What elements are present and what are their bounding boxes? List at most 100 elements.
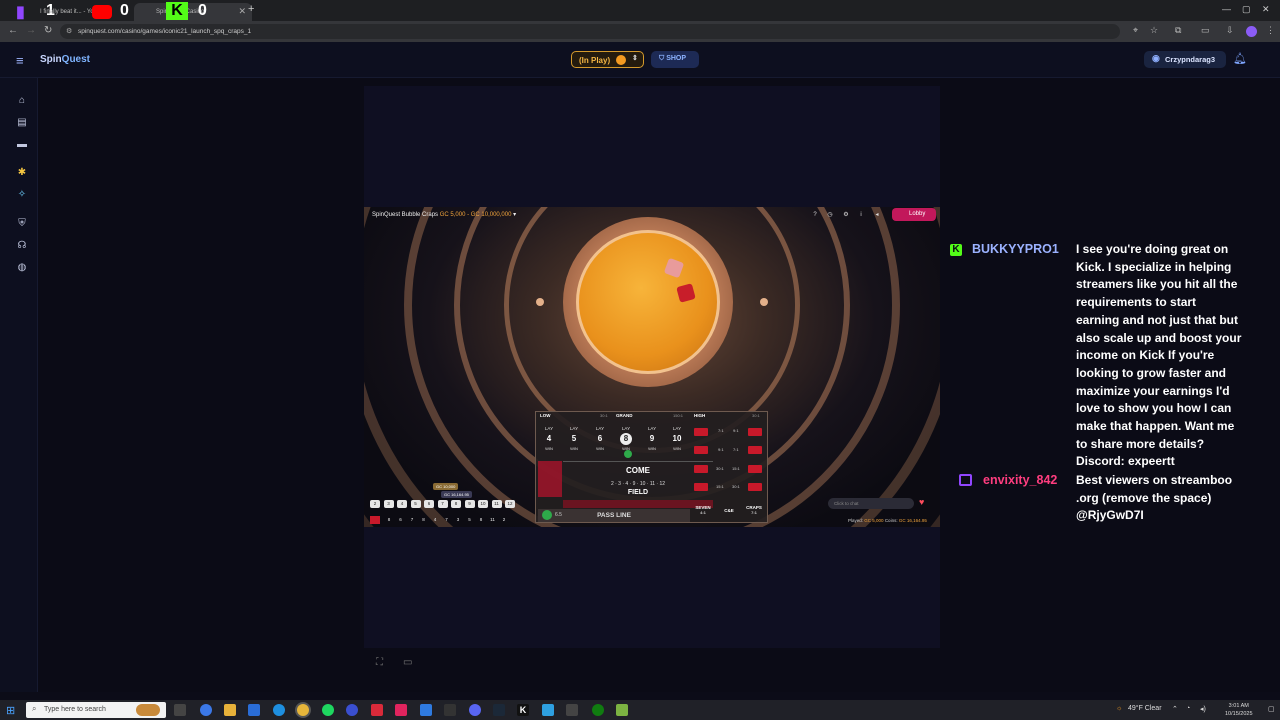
brand-logo[interactable]: SpinQuest — [40, 54, 90, 65]
network-icon[interactable]: ◔ — [1186, 705, 1190, 712]
hamburger-menu-icon[interactable]: ≡ — [16, 53, 24, 68]
store-icon[interactable] — [248, 704, 260, 716]
ce-bet[interactable]: C&E — [717, 504, 741, 524]
roll-stat-chip: 11 — [491, 500, 502, 508]
hardway-cell[interactable] — [748, 428, 762, 436]
lobby-button[interactable]: Lobby — [892, 208, 936, 221]
volume-icon[interactable]: ◂) — [1200, 705, 1206, 713]
point-5-cell[interactable]: LAY 5 WIN — [562, 423, 586, 457]
settings-icon[interactable]: ⚙ — [841, 210, 851, 220]
notifications-icon[interactable]: ▢ — [1268, 705, 1275, 713]
clipboard-icon[interactable]: ▤ — [16, 117, 28, 129]
shop-button[interactable]: ⛉ SHOP — [651, 51, 699, 68]
shield-icon[interactable]: ⛨ — [16, 218, 28, 230]
file-explorer-icon[interactable] — [224, 704, 236, 716]
prop-cell[interactable] — [748, 465, 762, 473]
point-10-cell[interactable]: LAY 10 WIN — [665, 423, 689, 457]
hardway-cell[interactable] — [694, 428, 708, 436]
in-play-balance-button[interactable]: (In Play) ⇕ — [571, 51, 644, 68]
app-icon[interactable] — [616, 704, 628, 716]
info-icon[interactable]: i — [856, 210, 866, 220]
bell-icon[interactable]: 🔔︎ — [1233, 52, 1247, 65]
ticket-icon[interactable]: ▬ — [16, 139, 28, 151]
history-icon[interactable]: ◷ — [825, 210, 835, 220]
close-icon[interactable]: ✕ — [238, 6, 246, 17]
chrome-icon[interactable] — [297, 704, 309, 716]
hardway-cell[interactable] — [748, 446, 762, 454]
download-icon[interactable]: ⇩ — [1226, 25, 1234, 36]
seven-bet[interactable]: SEVEN 4:1 — [691, 501, 715, 521]
sound-icon[interactable]: ◂ — [872, 210, 882, 220]
task-view-icon[interactable] — [174, 704, 186, 716]
roll-history-chip: 2 — [502, 517, 506, 522]
minimize-button[interactable]: — — [1222, 4, 1231, 14]
chevron-down-icon[interactable]: ▾ — [513, 212, 516, 218]
menu-kebab-icon[interactable]: ⋮ — [1266, 25, 1275, 36]
windows-start-icon[interactable]: ⊞ — [6, 704, 15, 717]
point-6-cell[interactable]: LAY 6 WIN — [588, 423, 612, 457]
location-icon[interactable]: ⌖ — [1133, 25, 1138, 36]
point-9-cell[interactable]: LAY 9 WIN — [640, 423, 664, 457]
extensions-icon[interactable]: ⧉ — [1175, 25, 1181, 36]
gift-icon[interactable]: ✱ — [16, 167, 28, 179]
edge-icon[interactable] — [273, 704, 285, 716]
kick-app-icon[interactable]: K — [517, 704, 529, 716]
obs-like-icon[interactable] — [346, 704, 358, 716]
new-tab-button[interactable]: + — [248, 3, 254, 15]
spotify-icon[interactable] — [322, 704, 334, 716]
globe-icon[interactable]: ◍ — [16, 262, 28, 274]
brand-part-quest: Quest — [61, 54, 91, 65]
craps-table[interactable]: LOW 30:1 GRAND 150:1 HIGH 30:1 LAY 4 WIN L… — [535, 411, 768, 523]
prop-odds: 30:1 — [732, 484, 740, 489]
hardway-cell[interactable] — [694, 446, 708, 454]
bookmark-star-icon[interactable]: ☆ — [1150, 25, 1158, 36]
craps-bet[interactable]: CRAPS 7:1 — [742, 501, 766, 521]
low-bet-label[interactable]: LOW — [540, 413, 551, 418]
app-icon[interactable] — [420, 704, 432, 716]
app-icon[interactable] — [371, 704, 383, 716]
fullscreen-icon[interactable]: ⛶ — [376, 657, 383, 668]
roll-stat-chip: 5 — [410, 500, 421, 508]
help-icon[interactable]: ? — [810, 210, 820, 220]
xbox-icon[interactable] — [592, 704, 604, 716]
dont-pass-zone[interactable] — [538, 461, 562, 497]
prop-cell[interactable] — [748, 483, 762, 491]
user-profile-button[interactable]: ◉ Crzypndarag3 — [1144, 51, 1226, 68]
copilot-icon[interactable] — [200, 704, 212, 716]
heart-icon[interactable]: ♥ — [919, 497, 924, 507]
reload-icon[interactable]: ↻ — [44, 25, 52, 36]
point-number: 4 — [546, 434, 552, 443]
come-bet-area[interactable]: COME — [563, 461, 713, 478]
point-4-cell[interactable]: LAY 4 WIN — [537, 423, 561, 457]
window-close-button[interactable]: ✕ — [1262, 4, 1270, 15]
grand-bet-label[interactable]: GRAND — [616, 413, 633, 418]
forward-icon[interactable]: → — [26, 25, 36, 36]
site-info-icon[interactable]: ⚙ — [66, 27, 72, 35]
weather-widget-icon[interactable] — [136, 704, 160, 716]
headset-icon[interactable]: ☊ — [16, 240, 28, 252]
profile-avatar[interactable] — [1246, 26, 1257, 37]
discord-icon[interactable] — [469, 704, 481, 716]
sidepanel-icon[interactable]: ▭ — [1201, 25, 1210, 36]
sparkle-icon[interactable]: ✧ — [16, 189, 28, 201]
taskbar-clock[interactable]: 3:01 AM 10/15/2025 — [1225, 702, 1253, 718]
tab-spinquest-active[interactable]: SpinQuest Casino ✕ — [134, 3, 252, 21]
maximize-button[interactable]: ▢ — [1242, 4, 1251, 15]
app-icon[interactable] — [395, 704, 407, 716]
weather-text[interactable]: 49°F Clear — [1128, 705, 1162, 712]
chat-message-line: @RjyGwD7I — [1076, 508, 1144, 523]
app-icon[interactable] — [444, 704, 456, 716]
app-icon[interactable] — [566, 704, 578, 716]
field-bet-area[interactable]: FIELD — [563, 479, 713, 499]
steam-icon[interactable] — [493, 704, 505, 716]
game-limits[interactable]: GC 5,000 - GC 10,000,000 — [440, 212, 512, 218]
high-bet-label[interactable]: HIGH — [694, 413, 705, 418]
theater-mode-icon[interactable]: ▭ — [403, 657, 412, 668]
url-field[interactable]: ⚙ spinquest.com/casino/games/iconic21_la… — [60, 24, 1120, 39]
game-chat-input[interactable]: Click to chat — [828, 498, 914, 509]
game-name: SpinQuest Bubble Craps — [372, 212, 439, 218]
back-icon[interactable]: ← — [8, 25, 18, 36]
home-icon[interactable]: ⌂ — [16, 95, 28, 107]
tray-chevron-icon[interactable]: ⌃ — [1172, 705, 1178, 713]
app-icon[interactable] — [542, 704, 554, 716]
